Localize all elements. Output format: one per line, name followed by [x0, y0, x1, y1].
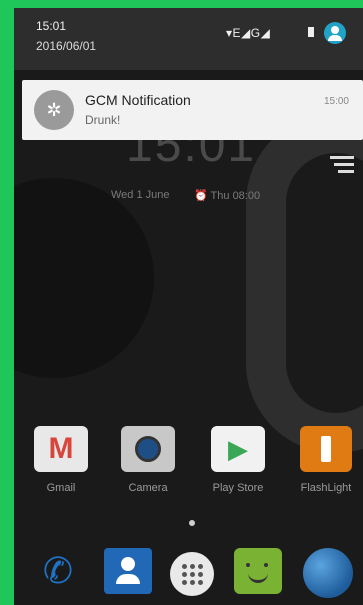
app-drawer-icon[interactable]: [170, 552, 214, 596]
app-play-store[interactable]: Play Store: [202, 426, 274, 494]
app-flashlight[interactable]: FlashLight: [290, 426, 362, 494]
app-label: Gmail: [46, 482, 76, 494]
page-indicator: [189, 520, 195, 526]
lock-alarm: ⏰ Thu 08:00: [194, 190, 261, 202]
user-avatar-icon[interactable]: [324, 22, 346, 44]
app-label: Camera: [128, 482, 168, 494]
menu-icon[interactable]: [330, 156, 354, 174]
app-label: FlashLight: [300, 482, 352, 494]
status-date: 2016/06/01: [36, 39, 97, 53]
notification-message: Drunk!: [85, 113, 121, 127]
contacts-icon[interactable]: [104, 548, 152, 594]
gmail-icon: [34, 426, 88, 472]
app-camera[interactable]: Camera: [112, 426, 184, 494]
messaging-icon[interactable]: [234, 548, 282, 594]
status-time: 15:01: [36, 19, 67, 33]
phone-icon[interactable]: ✆: [34, 548, 82, 594]
signal-icons: ▾E◢G◢: [226, 26, 271, 40]
app-label: Play Store: [212, 482, 264, 494]
notification-title: GCM Notification: [85, 92, 191, 108]
camera-icon: [121, 426, 175, 472]
browser-icon[interactable]: [303, 548, 353, 598]
wallpaper-shape: [14, 178, 154, 378]
app-gmail[interactable]: Gmail: [25, 426, 97, 494]
status-bar[interactable]: 15:01 2016/06/01 ▾E◢G◢: [14, 8, 363, 70]
play-store-icon: [211, 426, 265, 472]
battery-icon: [308, 27, 314, 37]
gear-icon: ✲: [34, 90, 74, 130]
notification-card[interactable]: ✲ GCM Notification Drunk! 15:00: [22, 80, 363, 140]
phone-screen: 15:01 2016/06/01 ▾E◢G◢ 15:01 Wed 1 June …: [14, 8, 363, 605]
lock-date: Wed 1 June: [111, 189, 170, 201]
flashlight-icon: [300, 426, 352, 472]
notification-time: 15:00: [323, 96, 349, 107]
